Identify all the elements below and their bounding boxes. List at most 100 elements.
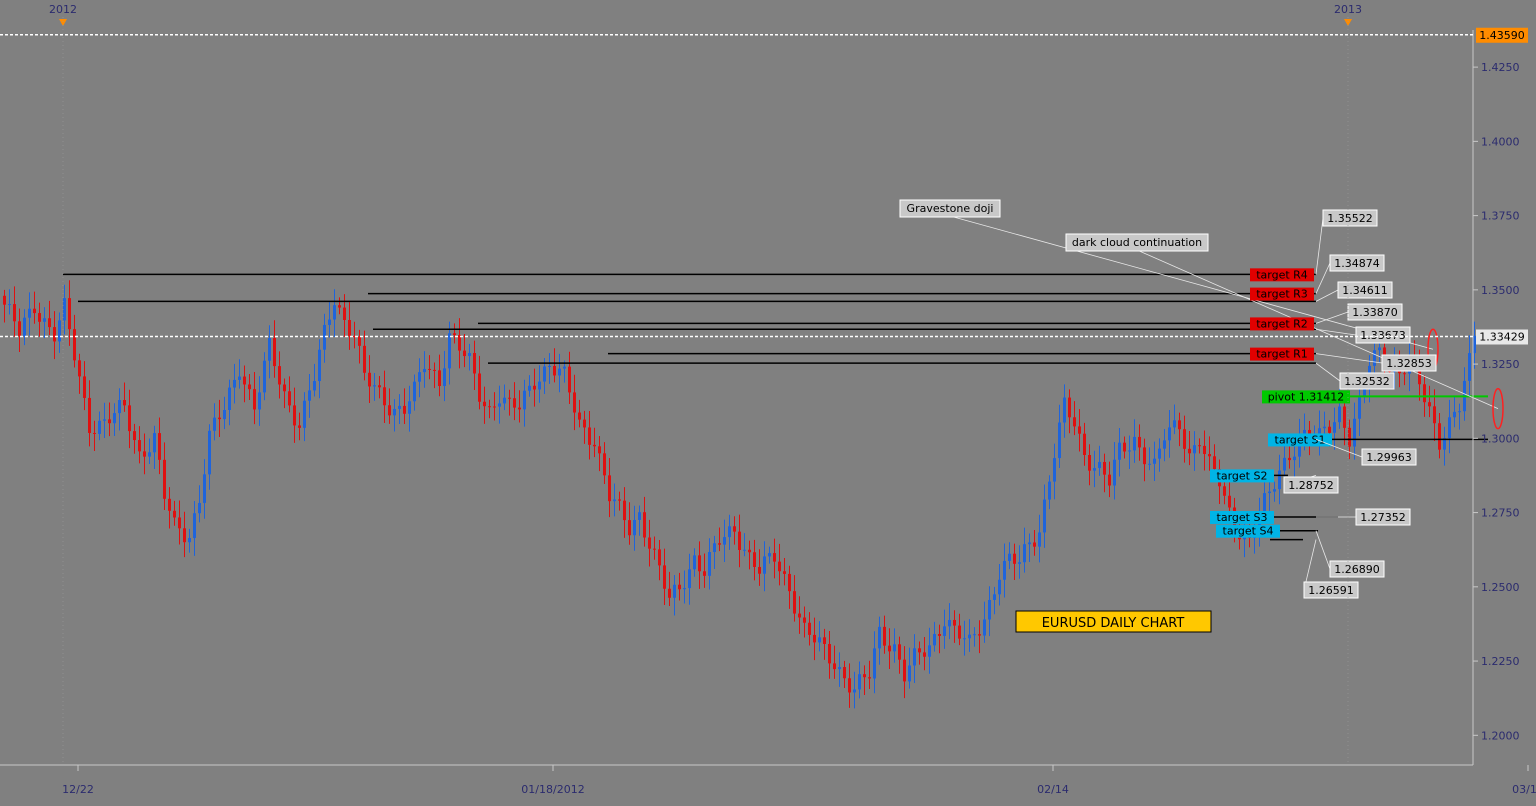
candle-body (1348, 428, 1351, 447)
candle-body (1118, 443, 1121, 460)
candle-body (1333, 422, 1336, 433)
x-tick-label: 03/12 (1512, 783, 1536, 796)
candle-body (988, 600, 991, 620)
candle-body (1458, 411, 1461, 412)
y-tick-label: 1.2250 (1481, 655, 1520, 668)
candle-body (623, 501, 626, 520)
candle-body (538, 382, 541, 390)
candle-body (658, 549, 661, 565)
annotation-label: Gravestone doji (907, 202, 994, 215)
candle-body (83, 376, 86, 398)
candle-body (323, 325, 326, 350)
level-tag-label: pivot 1.31412 (1268, 390, 1345, 403)
candle-body (413, 382, 416, 402)
candle-body (1353, 419, 1356, 447)
candle-body (268, 338, 271, 361)
candle-body (833, 663, 836, 669)
candle-body (933, 634, 936, 645)
price-label-value: 1.33673 (1360, 329, 1406, 342)
candle-body (1078, 426, 1081, 433)
candle-body (293, 405, 296, 425)
level-tag: target S1 (1268, 433, 1332, 446)
candle-body (828, 644, 831, 663)
level-tag-label: target R2 (1256, 317, 1308, 330)
candle-body (23, 318, 26, 336)
candle-body (1273, 489, 1276, 491)
candle-body (1023, 544, 1026, 562)
candle-body (878, 627, 881, 649)
eurusd-daily-chart: Gravestone doji dark cloud continuation t… (0, 0, 1536, 802)
candle-body (923, 652, 926, 656)
candle-body (868, 677, 871, 678)
chart-canvas[interactable]: Gravestone doji dark cloud continuation t… (0, 0, 1536, 802)
candle-body (998, 580, 1001, 595)
candle-body (433, 370, 436, 371)
candle-body (938, 634, 941, 636)
candle-body (1143, 447, 1146, 464)
year-marker-label: 2013 (1334, 3, 1362, 16)
candle-body (908, 665, 911, 681)
candle-body (518, 408, 521, 410)
candle-body (48, 318, 51, 327)
candle-body (73, 329, 76, 360)
candle-body (483, 402, 486, 406)
candle-body (1263, 493, 1266, 512)
candle-body (288, 391, 291, 405)
candle-body (38, 313, 41, 322)
candle-body (103, 419, 106, 420)
candle-body (153, 433, 156, 452)
candle-body (1438, 423, 1441, 449)
price-label-value: 1.34874 (1334, 257, 1380, 270)
candle-body (858, 674, 861, 689)
candle-body (618, 499, 621, 500)
price-label-value: 1.33870 (1352, 306, 1398, 319)
candle-body (678, 585, 681, 590)
y-tick-label: 1.2750 (1481, 507, 1520, 520)
candle-body (778, 562, 781, 572)
candle-body (583, 420, 586, 428)
candle-body (93, 433, 96, 434)
candle-body (533, 386, 536, 390)
y-tick-label: 1.2000 (1481, 729, 1520, 742)
candle-body (568, 367, 571, 393)
candle-body (818, 637, 821, 642)
candle-body (903, 660, 906, 682)
candle-body (218, 418, 221, 419)
price-label-value: 1.34611 (1342, 284, 1388, 297)
candle-body (3, 296, 6, 305)
candle-body (443, 368, 446, 386)
candle-body (28, 309, 31, 318)
annotation-label: dark cloud continuation (1072, 236, 1202, 249)
candle-body (98, 421, 101, 434)
price-label-value: 1.28752 (1288, 479, 1334, 492)
candle-body (348, 320, 351, 336)
candle-body (883, 627, 886, 646)
candle-body (498, 403, 501, 406)
candle-body (603, 453, 606, 475)
candle-body (928, 645, 931, 656)
candle-body (638, 512, 641, 520)
candle-body (713, 543, 716, 552)
candle-body (158, 433, 161, 460)
candle-body (1208, 454, 1211, 456)
level-tag: target S4 (1216, 525, 1280, 538)
x-tick-label: 12/22 (62, 783, 94, 796)
candle-body (703, 571, 706, 576)
candle-body (193, 513, 196, 538)
level-tag-label: target S3 (1217, 511, 1268, 524)
year-marker-label: 2012 (49, 3, 77, 16)
candle-body (328, 320, 331, 325)
candle-body (528, 386, 531, 391)
candle-body (398, 406, 401, 409)
level-tag: target R2 (1250, 317, 1314, 330)
candle-body (1223, 486, 1226, 495)
candle-body (208, 431, 211, 475)
candle-body (1018, 562, 1021, 564)
candle-body (1053, 458, 1056, 482)
candle-body (1293, 457, 1296, 460)
candle-body (203, 474, 206, 503)
candle-body (1008, 554, 1011, 561)
candle-body (378, 385, 381, 387)
candle-body (1183, 429, 1186, 449)
candle-body (558, 369, 561, 376)
